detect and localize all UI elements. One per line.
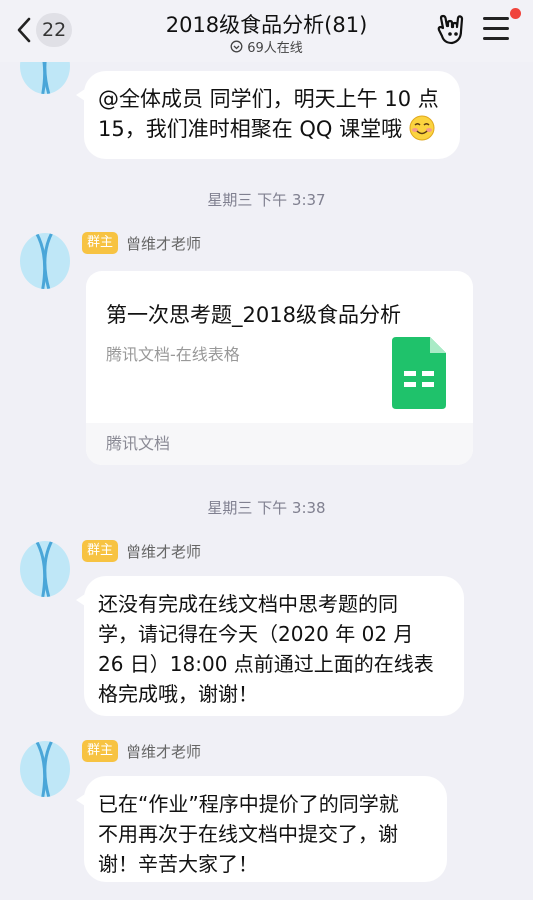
timestamp: 星期三 下午 3:38 [207, 499, 326, 517]
message-text-line: @全体成员 同学们，明天上午 10 点 [98, 87, 439, 111]
card-title: 第一次思考题_2018级食品分析 [106, 303, 401, 327]
message-text-line: 谢！辛苦大家了！ [98, 852, 258, 876]
sender-info: 群主 曾维才老师 [82, 740, 201, 762]
timestamp: 星期三 下午 3:37 [207, 191, 326, 209]
sender-name[interactable]: 曾维才老师 [126, 741, 201, 762]
message-text-line: 学，请记得在今天（2020 年 02 月 [98, 622, 414, 646]
message-text-line: 已在“作业”程序中提价了的同学就 [98, 792, 399, 816]
spreadsheet-icon [392, 337, 446, 409]
message-bubble[interactable]: 还没有完成在线文档中思考题的同 学，请记得在今天（2020 年 02 月 26 … [76, 576, 464, 716]
message-bubble[interactable]: @全体成员 同学们，明天上午 10 点 15，我们准时相聚在 QQ 课堂哦 [76, 71, 460, 159]
message-bubble[interactable]: 已在“作业”程序中提价了的同学就 不用再次于在线文档中提交了，谢 谢！辛苦大家了… [76, 776, 447, 882]
doc-share-card[interactable]: 第一次思考题_2018级食品分析 腾讯文档-在线表格 腾讯文档 [86, 271, 473, 465]
avatar[interactable] [20, 741, 70, 797]
card-subtitle: 腾讯文档-在线表格 [106, 345, 240, 364]
avatar[interactable] [20, 233, 70, 289]
menu-icon[interactable] [483, 17, 509, 41]
smile-emoji [409, 115, 435, 141]
message-text-line: 15，我们准时相聚在 QQ 课堂哦 [98, 117, 403, 141]
card-footer: 腾讯文档 [86, 423, 473, 465]
message-text-line: 格完成哦，谢谢！ [98, 682, 258, 706]
sender-name[interactable]: 曾维才老师 [126, 541, 201, 562]
message-text-line: 还没有完成在线文档中思考题的同 [98, 592, 398, 616]
sender-name[interactable]: 曾维才老师 [126, 233, 201, 254]
chat-header: 22 2018级食品分析(81) 69人在线 [0, 0, 533, 62]
owner-tag: 群主 [82, 232, 119, 254]
notification-dot [510, 8, 521, 19]
avatar[interactable] [20, 541, 70, 597]
sender-info: 群主 曾维才老师 [82, 540, 201, 562]
message-text-line: 不用再次于在线文档中提交了，谢 [98, 822, 398, 846]
message-text-line: 26 日）18:00 点前通过上面的在线表 [98, 652, 434, 676]
sender-info: 群主 曾维才老师 [82, 232, 201, 254]
owner-tag: 群主 [82, 740, 119, 762]
owner-tag: 群主 [82, 540, 119, 562]
online-status-icon [230, 40, 243, 53]
rock-hand-icon[interactable] [436, 14, 466, 46]
online-text: 69人在线 [247, 41, 303, 56]
message-text-line: 15，我们准时相聚在 QQ 课堂哦 [98, 114, 446, 144]
